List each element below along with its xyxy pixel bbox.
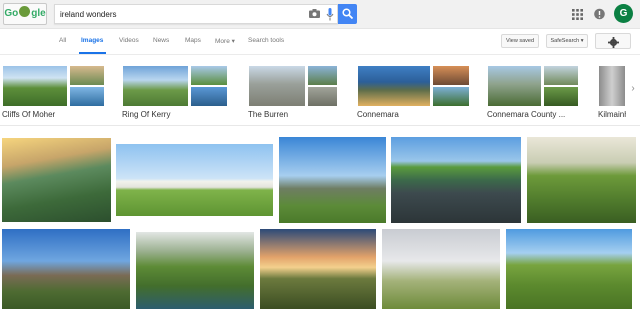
image-result[interactable] bbox=[2, 138, 111, 222]
image-result[interactable] bbox=[136, 232, 254, 309]
search-icon bbox=[342, 8, 353, 19]
scroll-right-arrow[interactable]: › bbox=[626, 80, 640, 98]
image-result[interactable] bbox=[506, 229, 632, 309]
related-thumb bbox=[432, 65, 470, 86]
image-result[interactable] bbox=[116, 144, 273, 216]
tab-more[interactable]: More ▾ bbox=[215, 37, 235, 45]
related-label: Cliffs Of Moher bbox=[2, 110, 56, 119]
related-label: The Burren bbox=[248, 110, 289, 119]
camera-icon[interactable] bbox=[309, 9, 320, 18]
google-doodle-logo[interactable]: Go gle bbox=[3, 3, 47, 25]
related-card-kilmainham[interactable]: Kilmainham bbox=[598, 65, 626, 121]
related-thumb bbox=[190, 65, 228, 86]
related-thumb bbox=[190, 86, 228, 107]
related-thumb bbox=[248, 65, 306, 107]
related-label: Connemara County ... bbox=[487, 110, 566, 119]
related-thumb bbox=[357, 65, 431, 107]
logo-text-right: gle bbox=[31, 8, 46, 19]
related-card-cliffs-of-moher[interactable]: Cliffs Of Moher bbox=[2, 65, 105, 121]
related-thumb bbox=[543, 86, 579, 107]
image-result[interactable] bbox=[2, 229, 130, 309]
search-box[interactable]: ireland wonders bbox=[54, 4, 338, 24]
related-thumb bbox=[307, 86, 338, 107]
related-thumb bbox=[69, 86, 105, 107]
account-avatar[interactable]: G bbox=[614, 4, 633, 23]
image-result[interactable] bbox=[279, 137, 386, 223]
doodle-globe-icon bbox=[19, 6, 31, 17]
search-button[interactable] bbox=[338, 4, 357, 24]
tab-maps[interactable]: Maps bbox=[185, 37, 201, 44]
related-label: Kilmainham bbox=[598, 110, 626, 119]
related-thumb bbox=[2, 65, 68, 107]
related-searches-strip: Cliffs Of Moher Ring Of Kerry The Burren… bbox=[0, 58, 640, 126]
image-result[interactable] bbox=[527, 137, 636, 223]
related-card-connemara-county[interactable]: Connemara County ... bbox=[487, 65, 579, 121]
related-card-ring-of-kerry[interactable]: Ring Of Kerry bbox=[122, 65, 230, 121]
related-card-the-burren[interactable]: The Burren bbox=[248, 65, 338, 121]
safesearch-dropdown[interactable]: SafeSearch ▾ bbox=[546, 34, 588, 48]
view-saved-button[interactable]: View saved bbox=[501, 34, 539, 48]
tab-all[interactable]: All bbox=[59, 37, 66, 44]
top-bar: Go gle ireland wonders G bbox=[0, 0, 640, 29]
notifications-bell-icon[interactable] bbox=[594, 8, 605, 20]
related-thumb bbox=[432, 86, 470, 107]
tab-videos[interactable]: Videos bbox=[119, 37, 139, 44]
tab-search-tools[interactable]: Search tools bbox=[248, 37, 284, 44]
microphone-icon[interactable] bbox=[326, 8, 334, 21]
related-thumb bbox=[307, 65, 338, 86]
gear-icon bbox=[608, 37, 619, 48]
related-thumb bbox=[69, 65, 105, 86]
tab-images[interactable]: Images bbox=[81, 37, 103, 44]
image-result[interactable] bbox=[260, 229, 376, 309]
logo-text-left: Go bbox=[4, 8, 19, 19]
image-result[interactable] bbox=[382, 229, 500, 309]
apps-grid-icon[interactable] bbox=[572, 9, 583, 20]
related-label: Connemara bbox=[357, 110, 399, 119]
related-thumb bbox=[598, 65, 626, 107]
related-thumb bbox=[543, 65, 579, 86]
active-tab-indicator bbox=[79, 52, 106, 54]
related-thumb bbox=[122, 65, 189, 107]
related-card-connemara[interactable]: Connemara bbox=[357, 65, 470, 121]
related-label: Ring Of Kerry bbox=[122, 110, 171, 119]
image-result[interactable] bbox=[391, 137, 521, 223]
search-input[interactable]: ireland wonders bbox=[60, 5, 116, 24]
settings-button[interactable] bbox=[595, 33, 631, 49]
tab-news[interactable]: News bbox=[153, 37, 169, 44]
related-thumb bbox=[487, 65, 542, 107]
